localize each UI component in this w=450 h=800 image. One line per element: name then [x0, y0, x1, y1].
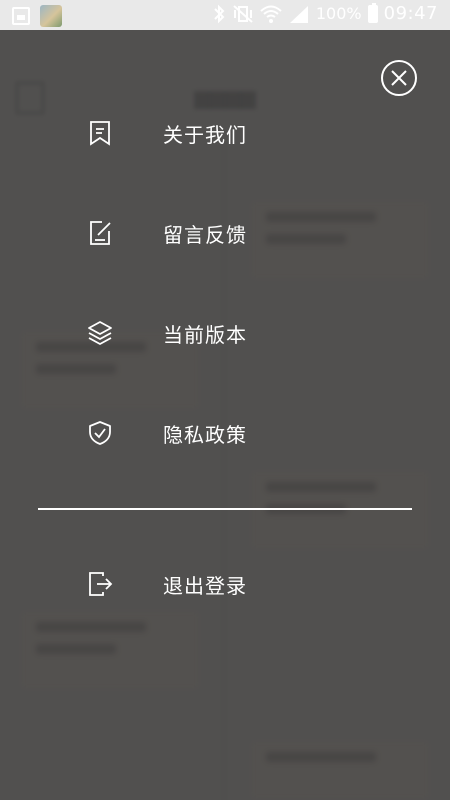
vibrate-mute-icon — [233, 4, 253, 23]
shield-check-icon — [89, 421, 111, 445]
menu-item-logout[interactable]: 退出登录 — [0, 554, 450, 614]
battery-percent: 100% — [315, 4, 362, 23]
menu-item-label: 关于我们 — [163, 122, 247, 147]
wifi-icon — [260, 5, 282, 23]
logout-icon — [89, 572, 113, 596]
gallery-notification-icon — [12, 7, 30, 25]
status-bar: 100% 09:47 — [0, 0, 450, 30]
close-icon — [391, 70, 407, 86]
edit-note-icon — [90, 221, 111, 245]
menu-item-feedback[interactable]: 留言反馈 — [0, 203, 450, 263]
menu-divider — [38, 508, 412, 510]
menu-item-label: 留言反馈 — [163, 222, 247, 247]
menu-item-privacy-policy[interactable]: 隐私政策 — [0, 403, 450, 463]
clock: 09:47 — [383, 3, 438, 24]
layers-icon — [88, 321, 112, 345]
signal-icon — [289, 5, 308, 23]
menu-item-label: 当前版本 — [163, 322, 247, 347]
bookmark-icon — [90, 121, 110, 146]
menu-item-current-version[interactable]: 当前版本 — [0, 303, 450, 363]
menu-item-label: 退出登录 — [163, 573, 247, 598]
close-button[interactable] — [381, 60, 417, 96]
battery-icon — [367, 2, 378, 23]
notification-icons — [12, 5, 62, 27]
app-thumbnail-icon — [40, 5, 62, 27]
menu-item-about-us[interactable]: 关于我们 — [0, 103, 450, 163]
bluetooth-icon — [214, 4, 225, 23]
system-status-icons: 100% 09:47 — [212, 2, 438, 24]
menu-item-label: 隐私政策 — [163, 422, 247, 447]
